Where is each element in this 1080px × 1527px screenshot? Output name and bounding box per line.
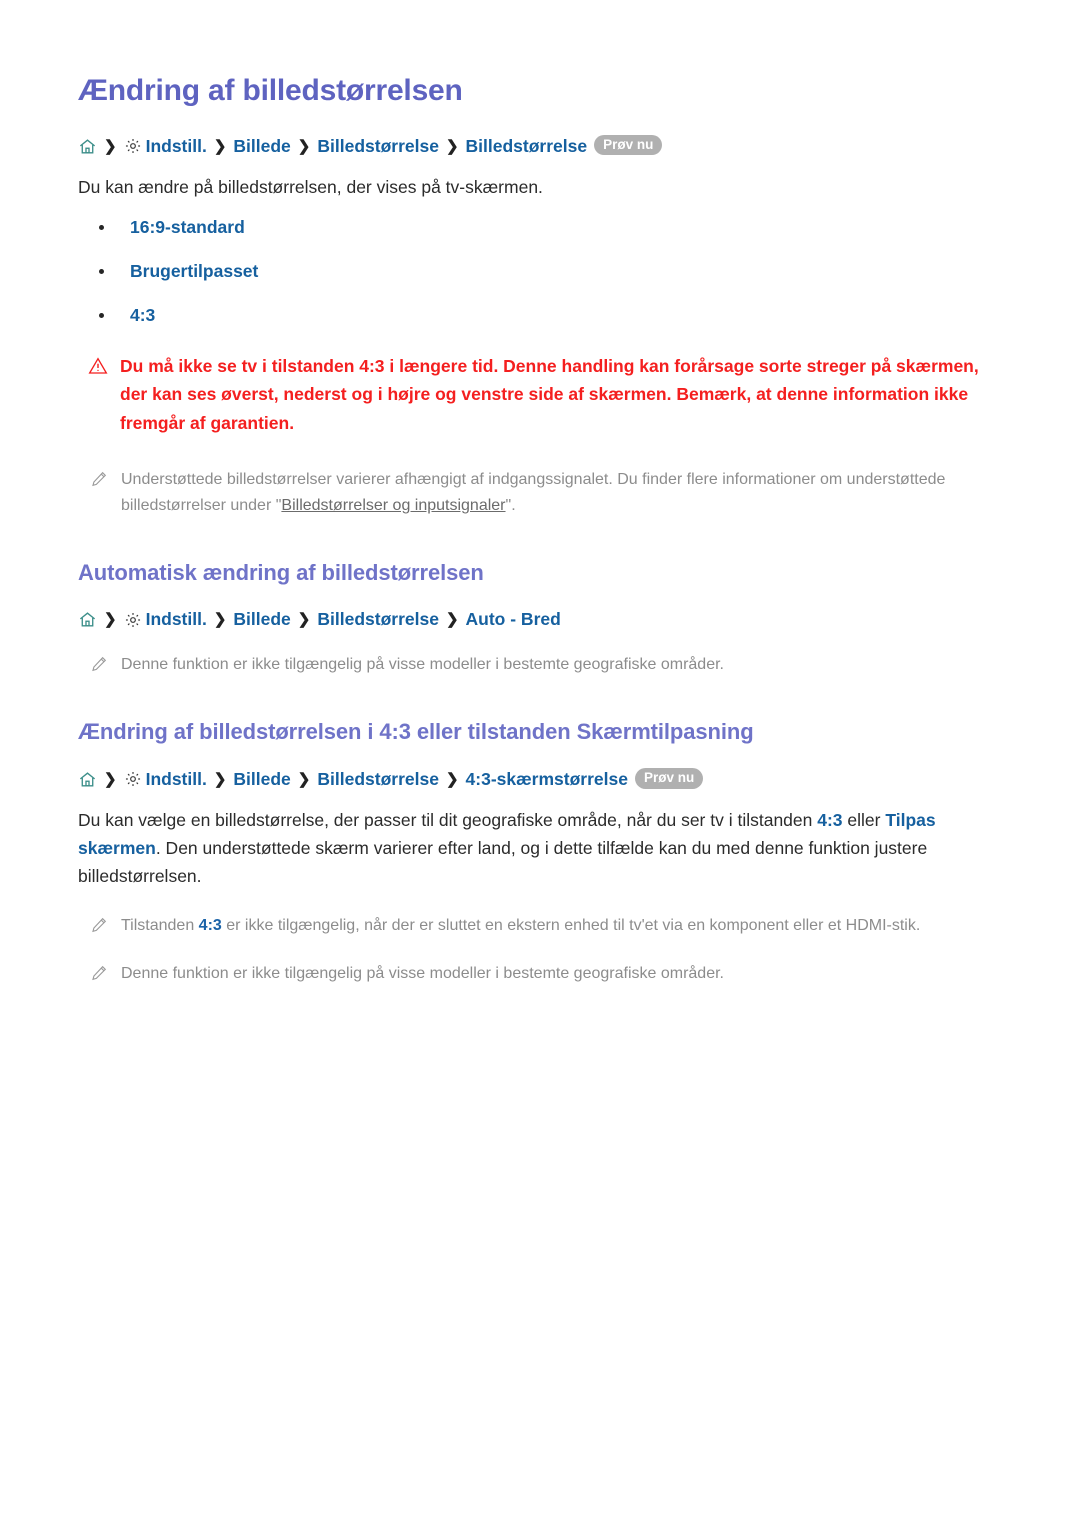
note-block: Understøttede billedstørrelser varierer … [90, 467, 1008, 519]
section-title-auto-wide: Automatisk ændring af billedstørrelsen [78, 559, 484, 585]
breadcrumb-item-3[interactable]: Auto - Bred [466, 609, 561, 630]
chevron-right-icon: ❯ [104, 137, 117, 155]
try-now-badge[interactable]: Prøv nu [634, 768, 704, 789]
warning-text: Du må ikke se tv i tilstanden 4:3 i læng… [120, 355, 979, 433]
paragraph-link-43[interactable]: 4:3 [817, 810, 842, 830]
note-block: Tilstanden 4:3 er ikke tilgængelig, når … [90, 913, 1008, 939]
breadcrumb[interactable]: ❯ Indstill. ❯ Billede ❯ Billedstørrelse … [78, 768, 1008, 790]
chevron-right-icon: ❯ [445, 611, 459, 629]
breadcrumb-item-0[interactable]: Indstill. [146, 609, 207, 630]
gear-icon [124, 137, 142, 155]
breadcrumb-item-1[interactable]: Billede [233, 769, 290, 790]
home-icon [78, 610, 97, 629]
warning-triangle-icon [88, 356, 108, 376]
list-item[interactable]: 16:9-standard [96, 217, 1008, 238]
breadcrumb-item-0[interactable]: Indstill. [146, 769, 207, 790]
chevron-right-icon: ❯ [297, 137, 311, 155]
intro-paragraph: Du kan ændre på billedstørrelsen, der vi… [78, 176, 543, 197]
breadcrumb-item-2[interactable]: Billedstørrelse [317, 609, 439, 630]
chevron-right-icon: ❯ [104, 611, 117, 629]
page-title: Ændring af billedstørrelsen [78, 74, 463, 107]
note-block: Denne funktion er ikke tilgængelig på vi… [90, 961, 1008, 987]
breadcrumb[interactable]: ❯ Indstill. ❯ Billede ❯ Billedstørrelse … [78, 134, 1008, 157]
breadcrumb-item-2[interactable]: Billedstørrelse [317, 769, 439, 790]
note-text: Understøttede billedstørrelser varierer … [121, 467, 1008, 519]
chevron-right-icon: ❯ [445, 770, 459, 788]
chevron-right-icon: ❯ [213, 137, 227, 155]
note-block: Denne funktion er ikke tilgængelig på vi… [90, 652, 1008, 678]
note-text-part1: Understøttede billedstørrelser varierer … [121, 470, 946, 514]
chevron-right-icon: ❯ [297, 611, 311, 629]
chevron-right-icon: ❯ [104, 770, 117, 788]
breadcrumb-item-1[interactable]: Billede [233, 609, 290, 630]
paragraph-part3: . Den understøttede skærm varierer efter… [78, 838, 928, 887]
gear-icon [124, 611, 142, 629]
chevron-right-icon: ❯ [213, 611, 227, 629]
list-item[interactable]: 4:3 [96, 305, 1008, 326]
picture-size-options-list: 16:9-standard Brugertilpasset 4:3 [78, 217, 1008, 326]
note-text: Denne funktion er ikke tilgængelig på vi… [121, 964, 724, 982]
breadcrumb-item-1[interactable]: Billede [233, 136, 290, 157]
emanual-page: Ændring af billedstørrelsen ❯ Indstill. … [0, 0, 1080, 1049]
breadcrumb[interactable]: ❯ Indstill. ❯ Billede ❯ Billedstørrelse … [78, 609, 1008, 630]
paragraph-part1: Du kan vælge en billedstørrelse, der pas… [78, 809, 818, 830]
section-title-43-screen-size: Ændring af billedstørrelsen i 4:3 eller … [78, 719, 754, 745]
home-icon [78, 770, 97, 789]
breadcrumb-item-0[interactable]: Indstill. [146, 136, 207, 157]
pencil-icon [90, 470, 108, 488]
chevron-right-icon: ❯ [445, 137, 459, 155]
note-text-part1: Tilstanden [121, 916, 199, 934]
note-text-part2: ". [505, 496, 516, 514]
paragraph-part2: eller [842, 809, 886, 830]
breadcrumb-item-3[interactable]: 4:3-skærmstørrelse [466, 769, 628, 790]
chevron-right-icon: ❯ [297, 770, 311, 788]
breadcrumb-item-3[interactable]: Billedstørrelse [466, 136, 588, 157]
chevron-right-icon: ❯ [213, 770, 227, 788]
note-link[interactable]: Billedstørrelser og inputsignaler [281, 497, 505, 514]
section3-paragraph: Du kan vælge en billedstørrelse, der pas… [78, 806, 998, 891]
breadcrumb-item-2[interactable]: Billedstørrelse [317, 136, 439, 157]
pencil-icon [90, 964, 108, 982]
pencil-icon [90, 655, 108, 673]
warning-block: Du må ikke se tv i tilstanden 4:3 i læng… [88, 352, 1008, 437]
home-icon [78, 137, 97, 156]
list-item[interactable]: Brugertilpasset [96, 261, 1008, 282]
note-text: Denne funktion er ikke tilgængelig på vi… [121, 656, 724, 674]
note-text-part2: er ikke tilgængelig, når der er sluttet … [221, 916, 921, 934]
pencil-icon [90, 916, 108, 934]
note-text: Tilstanden 4:3 er ikke tilgængelig, når … [121, 913, 920, 939]
gear-icon [124, 770, 142, 788]
try-now-badge[interactable]: Prøv nu [594, 134, 663, 156]
note-link-43[interactable]: 4:3 [199, 917, 222, 934]
